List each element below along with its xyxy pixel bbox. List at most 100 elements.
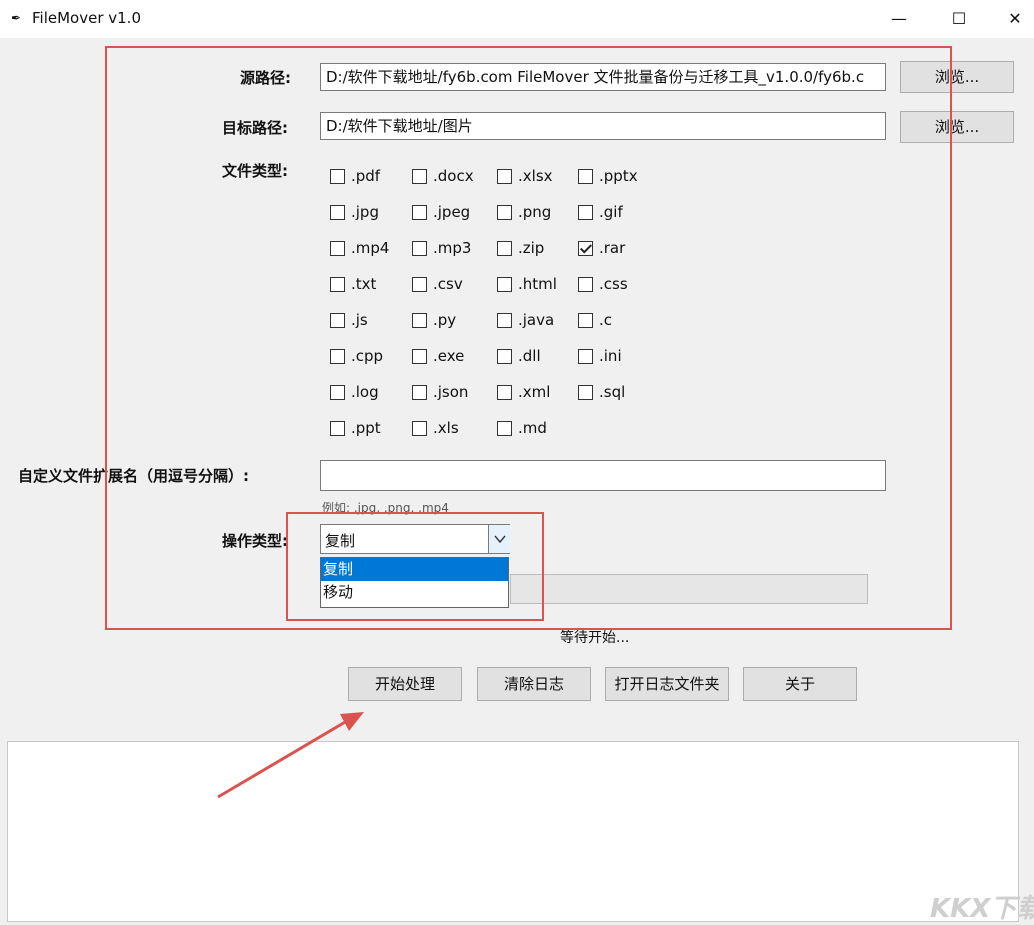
dropdown-arrow[interactable] — [488, 525, 510, 553]
checkbox-label: .ppt — [351, 419, 381, 437]
status-text: 等待开始... — [560, 630, 630, 646]
checkbox-pdf[interactable]: .pdf — [330, 164, 420, 188]
checkbox-label: .png — [518, 203, 552, 221]
checkbox-box-icon — [578, 205, 593, 220]
checkbox-box-icon — [578, 169, 593, 184]
close-icon: ✕ — [1008, 9, 1022, 28]
minimize-button[interactable]: — — [876, 4, 922, 34]
checkbox-mp4[interactable]: .mp4 — [330, 236, 420, 260]
checkbox-jpg[interactable]: .jpg — [330, 200, 420, 224]
checkbox-xls[interactable]: .xls — [412, 416, 502, 440]
operation-label: 操作类型: — [222, 532, 288, 550]
checkbox-jpeg[interactable]: .jpeg — [412, 200, 502, 224]
window-title: FileMover v1.0 — [32, 9, 141, 27]
checkbox-label: .cpp — [351, 347, 384, 365]
checkbox-box-icon — [497, 277, 512, 292]
checkbox-py[interactable]: .py — [412, 308, 502, 332]
title-bar: ✒ FileMover v1.0 — ☐ ✕ — [0, 0, 1034, 38]
checkbox-css[interactable]: .css — [578, 272, 668, 296]
checkbox-json[interactable]: .json — [412, 380, 502, 404]
checkbox-label: .jpg — [351, 203, 379, 221]
checkbox-box-icon — [412, 169, 427, 184]
custom-ext-hint: 例如: .jpg, .png, .mp4 — [322, 501, 449, 515]
checkbox-checked-icon — [578, 241, 593, 256]
minimize-icon: — — [891, 9, 907, 28]
chevron-down-icon — [493, 535, 506, 544]
feather-icon: ✒ — [10, 11, 22, 25]
close-button[interactable]: ✕ — [996, 4, 1034, 34]
checkbox-label: .csv — [433, 275, 463, 293]
source-path-input[interactable]: D:/软件下载地址/fy6b.com FileMover 文件批量备份与迁移工具… — [320, 63, 886, 91]
checkbox-box-icon — [330, 169, 345, 184]
log-textarea[interactable] — [7, 741, 1019, 922]
checkbox-log[interactable]: .log — [330, 380, 420, 404]
checkbox-txt[interactable]: .txt — [330, 272, 420, 296]
checkbox-ini[interactable]: .ini — [578, 344, 668, 368]
checkbox-html[interactable]: .html — [497, 272, 587, 296]
target-browse-button[interactable]: 浏览... — [900, 111, 1014, 143]
checkbox-label: .xls — [433, 419, 459, 437]
checkbox-csv[interactable]: .csv — [412, 272, 502, 296]
checkbox-label: .pdf — [351, 167, 381, 185]
checkbox-label: .log — [351, 383, 379, 401]
dropdown-option[interactable]: 移动 — [321, 581, 508, 604]
operation-dropdown-list: 复制 移动 — [320, 557, 509, 608]
dropdown-option[interactable]: 复制 — [321, 558, 508, 581]
checkbox-label: .md — [518, 419, 547, 437]
checkbox-box-icon — [330, 421, 345, 436]
target-path-input[interactable]: D:/软件下载地址/图片 — [320, 112, 886, 140]
maximize-button[interactable]: ☐ — [936, 4, 982, 34]
about-button[interactable]: 关于 — [743, 667, 857, 701]
source-browse-button[interactable]: 浏览... — [900, 61, 1014, 93]
checkbox-dll[interactable]: .dll — [497, 344, 587, 368]
checkbox-png[interactable]: .png — [497, 200, 587, 224]
file-types-label: 文件类型: — [222, 162, 288, 180]
checkbox-label: .py — [433, 311, 457, 329]
checkbox-box-icon — [578, 349, 593, 364]
checkbox-box-icon — [497, 349, 512, 364]
checkbox-box-icon — [497, 385, 512, 400]
clear-log-button[interactable]: 清除日志 — [477, 667, 591, 701]
checkbox-label: .gif — [599, 203, 623, 221]
checkbox-md[interactable]: .md — [497, 416, 587, 440]
checkbox-c[interactable]: .c — [578, 308, 668, 332]
progress-bar — [510, 574, 868, 604]
checkbox-label: .c — [599, 311, 613, 329]
checkbox-rar[interactable]: .rar — [578, 236, 668, 260]
checkbox-box-icon — [330, 385, 345, 400]
custom-ext-input[interactable] — [320, 460, 886, 491]
checkbox-label: .ini — [599, 347, 622, 365]
checkbox-box-icon — [330, 313, 345, 328]
checkbox-box-icon — [578, 313, 593, 328]
checkbox-exe[interactable]: .exe — [412, 344, 502, 368]
checkbox-pptx[interactable]: .pptx — [578, 164, 668, 188]
checkbox-box-icon — [497, 421, 512, 436]
checkbox-xml[interactable]: .xml — [497, 380, 587, 404]
checkbox-label: .xlsx — [518, 167, 553, 185]
checkbox-box-icon — [412, 349, 427, 364]
checkbox-box-icon — [497, 169, 512, 184]
checkbox-box-icon — [412, 421, 427, 436]
checkbox-java[interactable]: .java — [497, 308, 587, 332]
checkbox-label: .zip — [518, 239, 545, 257]
checkbox-label: .mp4 — [351, 239, 390, 257]
checkbox-gif[interactable]: .gif — [578, 200, 668, 224]
checkbox-sql[interactable]: .sql — [578, 380, 668, 404]
checkbox-zip[interactable]: .zip — [497, 236, 587, 260]
checkbox-js[interactable]: .js — [330, 308, 420, 332]
checkbox-ppt[interactable]: .ppt — [330, 416, 420, 440]
checkbox-label: .java — [518, 311, 555, 329]
checkbox-xlsx[interactable]: .xlsx — [497, 164, 587, 188]
checkbox-cpp[interactable]: .cpp — [330, 344, 420, 368]
checkbox-docx[interactable]: .docx — [412, 164, 502, 188]
checkbox-box-icon — [497, 241, 512, 256]
checkbox-label: .html — [518, 275, 557, 293]
checkbox-box-icon — [412, 385, 427, 400]
checkbox-box-icon — [578, 385, 593, 400]
checkbox-box-icon — [497, 313, 512, 328]
open-log-folder-button[interactable]: 打开日志文件夹 — [605, 667, 729, 701]
start-button[interactable]: 开始处理 — [348, 667, 462, 701]
operation-selected-value: 复制 — [325, 532, 356, 550]
checkbox-mp3[interactable]: .mp3 — [412, 236, 502, 260]
operation-select[interactable]: 复制 — [320, 524, 510, 554]
